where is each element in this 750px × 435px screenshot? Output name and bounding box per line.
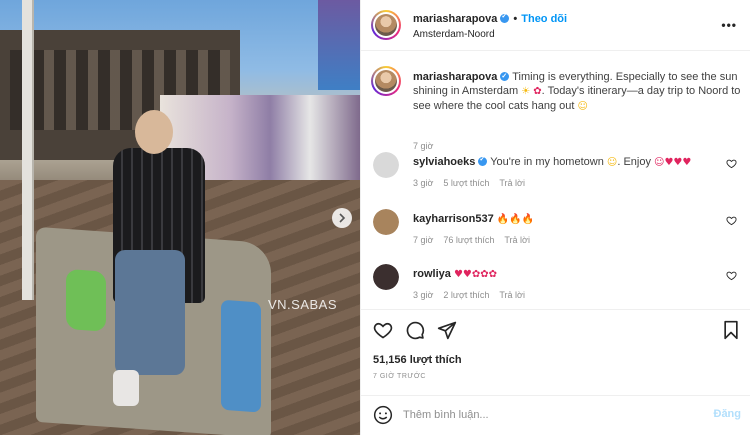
comment-reply-button[interactable]: Trả lời bbox=[504, 235, 530, 245]
emoji-icon: ☺ bbox=[606, 157, 618, 168]
comment-body: kayharrison537 🔥🔥🔥 bbox=[413, 213, 534, 225]
bookmark-icon[interactable] bbox=[721, 320, 741, 340]
caption-text: mariasharapova Timing is everything. Esp… bbox=[413, 70, 743, 114]
author-username-line: mariasharapova •Theo dõi bbox=[413, 12, 567, 25]
emoji-picker-icon[interactable] bbox=[373, 405, 393, 425]
commenter-avatar[interactable] bbox=[373, 152, 399, 178]
follow-button[interactable]: Theo dõi bbox=[521, 13, 567, 25]
verified-badge-icon bbox=[500, 70, 510, 84]
comment-item: sylviahoeks You're in my hometown ☺. Enj… bbox=[371, 152, 741, 197]
post-header: mariasharapova•Theo dõi Amsterdam-Noord … bbox=[361, 0, 750, 51]
commenter-avatar[interactable] bbox=[373, 264, 399, 290]
fire-emoji-icons: 🔥🔥🔥 bbox=[496, 214, 535, 225]
verified-badge-icon bbox=[478, 155, 488, 166]
heart-icon[interactable] bbox=[373, 320, 393, 340]
comment-time[interactable]: 7 giờ bbox=[413, 235, 433, 245]
post-side-panel: mariasharapova•Theo dõi Amsterdam-Noord … bbox=[360, 0, 750, 435]
commenter-username[interactable]: kayharrison537 bbox=[413, 213, 494, 225]
comment-icon[interactable] bbox=[405, 320, 425, 340]
add-comment-bar: Đăng bbox=[361, 395, 750, 435]
separator-dot: • bbox=[513, 13, 518, 25]
likes-count[interactable]: 51,156 lượt thích bbox=[373, 354, 462, 366]
comment-meta: 7 giờ 76 lượt thích Trả lời bbox=[413, 235, 540, 245]
comment-likes[interactable]: 2 lượt thích bbox=[443, 290, 489, 300]
comments-list: mariasharapova Timing is everything. Esp… bbox=[361, 52, 750, 309]
photo-person-shoe bbox=[113, 370, 139, 406]
photo-person-head bbox=[135, 110, 173, 154]
flower-emoji-icon: ✿ bbox=[533, 86, 542, 97]
comment-item: rowliya ♥♥✿✿✿ 3 giờ 2 lượt thích Trả lời bbox=[371, 264, 741, 309]
post-photo[interactable]: VN.SABAS bbox=[0, 0, 360, 435]
comment-reply-button[interactable]: Trả lời bbox=[499, 290, 525, 300]
emoji-icons: ☺♥♥♥ bbox=[654, 157, 692, 168]
caption-time[interactable]: 7 giờ bbox=[413, 141, 433, 151]
photo-pole bbox=[22, 0, 34, 300]
carousel-next-button[interactable] bbox=[332, 208, 352, 228]
photo-billboard bbox=[318, 0, 360, 90]
smile-emoji-icon: ☺ bbox=[577, 101, 588, 112]
post-location[interactable]: Amsterdam-Noord bbox=[413, 29, 495, 40]
like-comment-heart-icon[interactable] bbox=[726, 270, 737, 281]
photo-person bbox=[105, 110, 205, 410]
post-time-ago[interactable]: 7 GIỜ TRƯỚC bbox=[373, 373, 426, 380]
comment-time[interactable]: 3 giờ bbox=[413, 290, 433, 300]
verified-badge-icon bbox=[500, 12, 510, 23]
photo-graffiti-green bbox=[66, 268, 106, 332]
caption-author-avatar[interactable] bbox=[371, 66, 401, 96]
commenter-username[interactable]: rowliya bbox=[413, 268, 451, 280]
share-icon[interactable] bbox=[437, 320, 457, 340]
author-avatar[interactable] bbox=[371, 10, 401, 40]
commenter-avatar[interactable] bbox=[373, 209, 399, 235]
comment-meta: 3 giờ 2 lượt thích Trả lời bbox=[413, 290, 535, 300]
like-comment-heart-icon[interactable] bbox=[726, 215, 737, 226]
comment-body: rowliya ♥♥✿✿✿ bbox=[413, 268, 497, 280]
author-username[interactable]: mariasharapova bbox=[413, 13, 497, 25]
chevron-right-icon bbox=[339, 213, 346, 223]
comment-meta: 3 giờ 5 lượt thích Trả lời bbox=[413, 178, 535, 188]
photo-person-jeans bbox=[115, 250, 185, 375]
comment-item: kayharrison537 🔥🔥🔥 7 giờ 76 lượt thích Trả… bbox=[371, 209, 741, 254]
like-comment-heart-icon[interactable] bbox=[726, 158, 737, 169]
comment-text-2: . Enjoy bbox=[617, 156, 651, 168]
post-actions: 51,156 lượt thích 7 GIỜ TRƯỚC Đăng bbox=[361, 309, 750, 434]
commenter-username[interactable]: sylviahoeks bbox=[413, 156, 475, 168]
comment-input[interactable] bbox=[403, 405, 693, 425]
comment-time[interactable]: 3 giờ bbox=[413, 178, 433, 188]
comment-reply-button[interactable]: Trả lời bbox=[499, 178, 525, 188]
photo-graffiti-blue bbox=[221, 299, 261, 413]
comment-text: You're in my hometown bbox=[490, 156, 604, 168]
more-options-icon[interactable]: ••• bbox=[721, 18, 737, 32]
comment-likes[interactable]: 76 lượt thích bbox=[443, 235, 494, 245]
caption-username[interactable]: mariasharapova bbox=[413, 71, 497, 83]
photo-watermark: VN.SABAS bbox=[268, 297, 338, 312]
comment-body: sylviahoeks You're in my hometown ☺. Enj… bbox=[413, 155, 692, 168]
emoji-icons: ♥♥✿✿✿ bbox=[453, 269, 498, 280]
comment-likes[interactable]: 5 lượt thích bbox=[443, 178, 489, 188]
post-comment-button[interactable]: Đăng bbox=[714, 408, 742, 420]
sun-emoji-icon: ☀ bbox=[521, 86, 531, 97]
